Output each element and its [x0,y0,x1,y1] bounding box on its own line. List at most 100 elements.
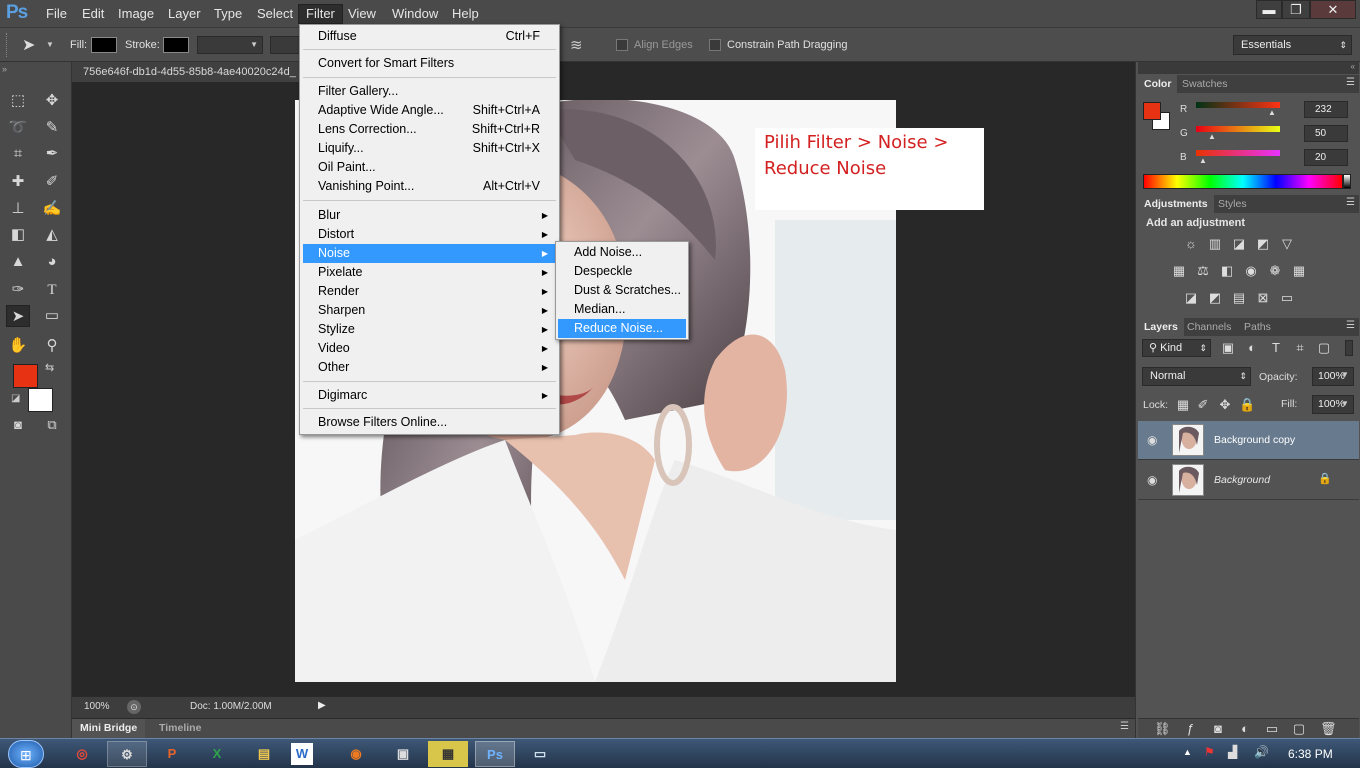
stroke-type-dropdown[interactable] [270,36,300,54]
chevron-down-icon[interactable]: ▼ [46,40,54,49]
menu-filter[interactable]: Filter [298,4,343,24]
menu-item-add-noise[interactable]: Add Noise... [558,243,686,262]
layer-row-background-copy[interactable]: ◉ Background copy [1138,421,1359,460]
minimize-button[interactable]: ▬ [1256,0,1282,19]
lock-pixels-icon[interactable]: ✐ [1195,398,1211,412]
taskbar-app-icon[interactable]: ▭ [520,741,560,767]
menu-edit[interactable]: Edit [82,6,104,21]
crop-tool-icon[interactable]: ⌗ [6,143,30,165]
excel-icon[interactable]: X [197,741,237,767]
workspace-dropdown[interactable]: Essentials ⇕ [1233,35,1352,55]
menu-item-browse-filters-online[interactable]: Browse Filters Online... [303,413,556,432]
type-tool-icon[interactable]: T [40,279,64,301]
start-button[interactable]: ⊞ [8,740,44,768]
menu-item-liquify[interactable]: Liquify... Shift+Ctrl+X [303,139,556,158]
pen-tool-icon[interactable]: ✑ [6,279,30,301]
menu-item-stylize[interactable]: Stylize ▶ [303,320,556,339]
threshold-icon[interactable]: ▤ [1231,291,1247,305]
menu-type[interactable]: Type [214,6,242,21]
healing-brush-tool-icon[interactable]: ✚ [6,171,30,193]
menu-item-lens-correction[interactable]: Lens Correction... Shift+Ctrl+R [303,120,556,139]
panel-menu-icon[interactable]: ☰ [1346,320,1355,331]
menu-item-dust-scratches[interactable]: Dust & Scratches... [558,281,686,300]
menu-item-video[interactable]: Video ▶ [303,339,556,358]
constrain-path-checkbox[interactable] [709,39,721,51]
dodge-tool-icon[interactable]: ◕ [40,251,64,273]
arrange-icon[interactable]: ≋ [570,36,583,54]
path-select-tool-icon[interactable]: ➤ [22,35,35,55]
gradient-map-icon[interactable]: ▭ [1279,291,1295,305]
menu-item-median[interactable]: Median... [558,300,686,319]
invert-icon[interactable]: ◪ [1183,291,1199,305]
shape-filter-icon[interactable]: ⌗ [1292,341,1308,355]
brush-tool-icon[interactable]: ✐ [40,171,64,193]
close-button[interactable]: ✕ [1310,0,1356,19]
eye-icon[interactable]: ◉ [1147,433,1157,447]
quick-mask-icon[interactable]: ◙ [6,414,30,436]
tray-flag-icon[interactable]: ⚑ [1204,745,1215,759]
color-balance-icon[interactable]: ⚖ [1195,264,1211,278]
menu-item-other[interactable]: Other ▶ [303,358,556,377]
marquee-tool-icon[interactable]: ⬚ [6,90,30,112]
zoom-info-icon[interactable]: ⊙ [127,700,141,714]
align-edges-checkbox[interactable] [616,39,628,51]
menu-help[interactable]: Help [452,6,479,21]
rectangle-tool-icon[interactable]: ▭ [40,305,64,327]
eraser-tool-icon[interactable]: ◧ [6,224,30,246]
menu-item-convert-smart-filters[interactable]: Convert for Smart Filters [303,54,556,73]
type-filter-icon[interactable]: T [1268,341,1284,355]
menu-select[interactable]: Select [257,6,293,21]
move-tool-icon[interactable]: ✥ [40,90,64,112]
default-colors-icon[interactable]: ◪ [11,393,20,404]
menu-item-sharpen[interactable]: Sharpen ▶ [303,301,556,320]
volume-icon[interactable]: 🔊 [1254,745,1269,759]
taskbar-app-icon[interactable]: ◎ [62,741,102,767]
paint-bucket-tool-icon[interactable]: ◭ [40,224,64,246]
photo-filter-icon[interactable]: ◉ [1243,264,1259,278]
r-slider-handle[interactable]: ▲ [1268,108,1276,117]
menu-item-pixelate[interactable]: Pixelate ▶ [303,263,556,282]
curves-icon[interactable]: ◪ [1231,237,1247,251]
exposure-icon[interactable]: ◩ [1255,237,1271,251]
menu-item-noise[interactable]: Noise ▶ [303,244,556,263]
foreground-color-swatch[interactable] [13,364,38,388]
vibrance-icon[interactable]: ▽ [1279,237,1295,251]
filter-toggle[interactable] [1345,340,1353,356]
eyedropper-tool-icon[interactable]: ✒ [40,143,64,165]
tab-layers[interactable]: Layers [1138,318,1184,336]
channel-mixer-icon[interactable]: ❁ [1267,264,1283,278]
r-value[interactable]: 232 [1304,101,1348,118]
tab-channels[interactable]: Channels [1181,318,1237,336]
lock-transparent-icon[interactable]: ▦ [1175,398,1191,412]
menu-item-blur[interactable]: Blur ▶ [303,206,556,225]
menu-view[interactable]: View [348,6,376,21]
add-mask-icon[interactable]: ◙ [1210,722,1226,736]
black-white-icon[interactable]: ◧ [1219,264,1235,278]
color-spectrum-ramp[interactable] [1143,174,1343,189]
taskbar-app-icon[interactable]: ⚙ [107,741,147,767]
word-icon[interactable]: W [291,743,313,765]
new-group-icon[interactable]: ▭ [1264,722,1280,736]
taskbar-app-icon[interactable]: ▣ [383,741,423,767]
eye-icon[interactable]: ◉ [1147,473,1157,487]
path-selection-tool-icon[interactable]: ➤ [6,305,30,327]
g-value[interactable]: 50 [1304,125,1348,142]
panel-collapse-icon[interactable]: « [1138,62,1359,74]
hand-tool-icon[interactable]: ✋ [6,335,30,357]
blend-mode-dropdown[interactable]: Normal ⇕ [1142,367,1251,386]
menu-item-filter-gallery[interactable]: Filter Gallery... [303,82,556,101]
panel-menu-icon[interactable]: ☰ [1346,197,1355,208]
network-icon[interactable]: ▟ [1228,745,1237,759]
collapse-icon[interactable]: » [2,64,7,74]
bw-ramp[interactable] [1343,174,1351,189]
menu-item-oil-paint[interactable]: Oil Paint... [303,158,556,177]
stroke-swatch[interactable] [163,37,189,53]
swap-colors-icon[interactable]: ⇆ [45,361,54,374]
panel-menu-icon[interactable]: ☰ [1346,77,1355,88]
quick-select-tool-icon[interactable]: ✎ [40,117,64,139]
menu-image[interactable]: Image [118,6,154,21]
posterize-icon[interactable]: ◩ [1207,291,1223,305]
status-menu-arrow-icon[interactable]: ▶ [318,700,326,711]
zoom-tool-icon[interactable]: ⚲ [40,335,64,357]
powerpoint-icon[interactable]: P [152,741,192,767]
